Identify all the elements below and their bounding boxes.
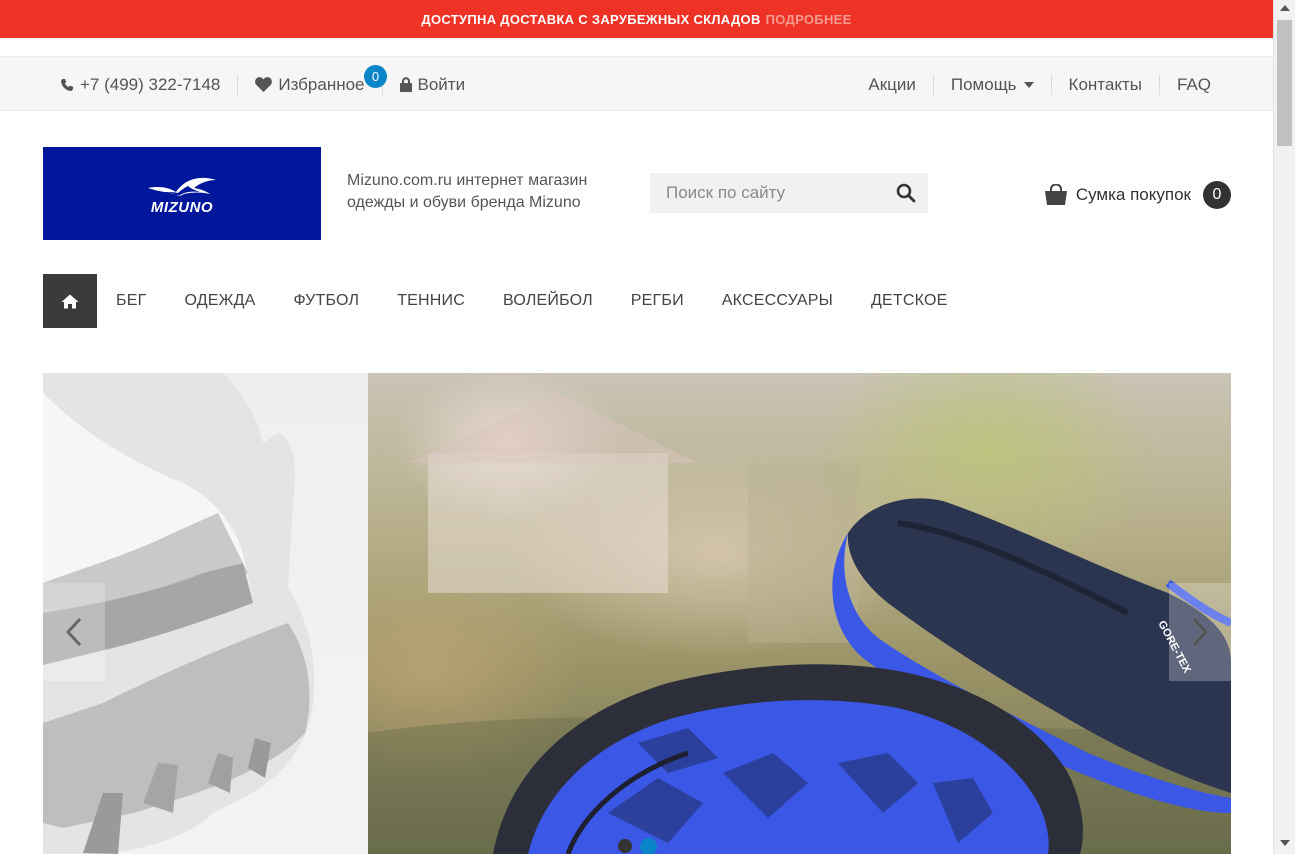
favorites-label: Избранное (278, 74, 365, 94)
nav-item-running[interactable]: БЕГ (116, 292, 146, 310)
help-label: Помощь (950, 74, 1017, 94)
contacts-link[interactable]: Контакты (1069, 75, 1142, 95)
scroll-up-arrow-icon[interactable] (1280, 5, 1290, 11)
chevron-right-icon (1192, 617, 1209, 647)
help-menu[interactable]: Помощь (951, 75, 1034, 95)
promo-banner: ДОСТУПНА ДОСТАВКА С ЗАРУБЕЖНЫХ СКЛАДОВ П… (0, 0, 1273, 38)
cart-count-badge: 0 (1203, 181, 1231, 209)
slide-image-football-boot (43, 373, 369, 854)
divider (237, 74, 239, 95)
nav-item-accessories[interactable]: АКСЕССУАРЫ (722, 292, 833, 310)
phone-link[interactable]: +7 (499) 322-7148 (60, 75, 220, 95)
search-icon[interactable] (896, 183, 916, 203)
slide-image-running-shoe: GORE-TEX (368, 373, 1231, 854)
shopping-bag-icon (1044, 184, 1067, 205)
cart-label: Сумка покупок (1075, 185, 1191, 204)
nav-home[interactable] (43, 274, 97, 328)
nav-item-volleyball[interactable]: ВОЛЕЙБОЛ (503, 292, 593, 310)
phone-number: +7 (499) 322-7148 (80, 74, 221, 94)
scrollbar-thumb[interactable] (1277, 20, 1292, 146)
promo-more-link[interactable]: ПОДРОБНЕЕ (766, 12, 852, 27)
slider-dot[interactable] (618, 839, 632, 853)
home-icon (61, 294, 79, 308)
site-tagline: Mizuno.com.ru интернет магазин одежды и … (347, 172, 588, 211)
promo-link[interactable]: Акции (868, 75, 916, 95)
divider (1050, 74, 1052, 95)
nav-item-clothing[interactable]: ОДЕЖДА (184, 292, 255, 310)
slider-next-button[interactable] (1169, 583, 1231, 681)
lock-icon (399, 77, 412, 92)
faq-link[interactable]: FAQ (1177, 75, 1211, 95)
slider-prev-button[interactable] (43, 583, 105, 681)
login-link[interactable]: Войти (399, 74, 466, 95)
page-scrollbar[interactable] (1273, 0, 1295, 854)
divider (932, 74, 934, 95)
heart-icon (255, 77, 273, 92)
top-bar: +7 (499) 322-7148 Избранное Войти 0 Акци… (0, 56, 1273, 111)
page: ДОСТУПНА ДОСТАВКА С ЗАРУБЕЖНЫХ СКЛАДОВ П… (0, 0, 1295, 854)
phone-icon (61, 78, 74, 91)
search-input[interactable] (650, 183, 880, 203)
main-nav: БЕГ ОДЕЖДА ФУТБОЛ ТЕННИС ВОЛЕЙБОЛ РЕГБИ … (43, 274, 986, 328)
site-logo[interactable]: MIZUNO (43, 147, 321, 240)
nav-item-tennis[interactable]: ТЕННИС (397, 292, 465, 310)
favorites-count-badge: 0 (364, 65, 387, 88)
chevron-down-icon (1023, 82, 1034, 89)
nav-item-rugby[interactable]: РЕГБИ (631, 292, 684, 310)
search-box (650, 173, 928, 213)
nav-item-football[interactable]: ФУТБОЛ (294, 292, 360, 310)
slider-pagination (618, 838, 657, 854)
mizuno-logo: MIZUNO (148, 177, 216, 216)
running-shoe-image: GORE-TEX (368, 393, 1231, 854)
favorites-link[interactable]: Избранное (255, 74, 365, 95)
nav-item-kids[interactable]: ДЕТСКОЕ (871, 292, 948, 310)
scroll-down-arrow-icon[interactable] (1280, 840, 1290, 846)
slider-dot-active[interactable] (640, 838, 657, 854)
divider (1158, 74, 1160, 95)
svg-text:MIZUNO: MIZUNO (151, 199, 213, 216)
login-label: Войти (417, 74, 466, 94)
cart-link[interactable]: Сумка покупок 0 (1044, 181, 1231, 209)
promo-text: ДОСТУПНА ДОСТАВКА С ЗАРУБЕЖНЫХ СКЛАДОВ (421, 11, 761, 27)
chevron-left-icon (65, 617, 82, 647)
hero-slider: GORE-TEX (43, 373, 1231, 854)
